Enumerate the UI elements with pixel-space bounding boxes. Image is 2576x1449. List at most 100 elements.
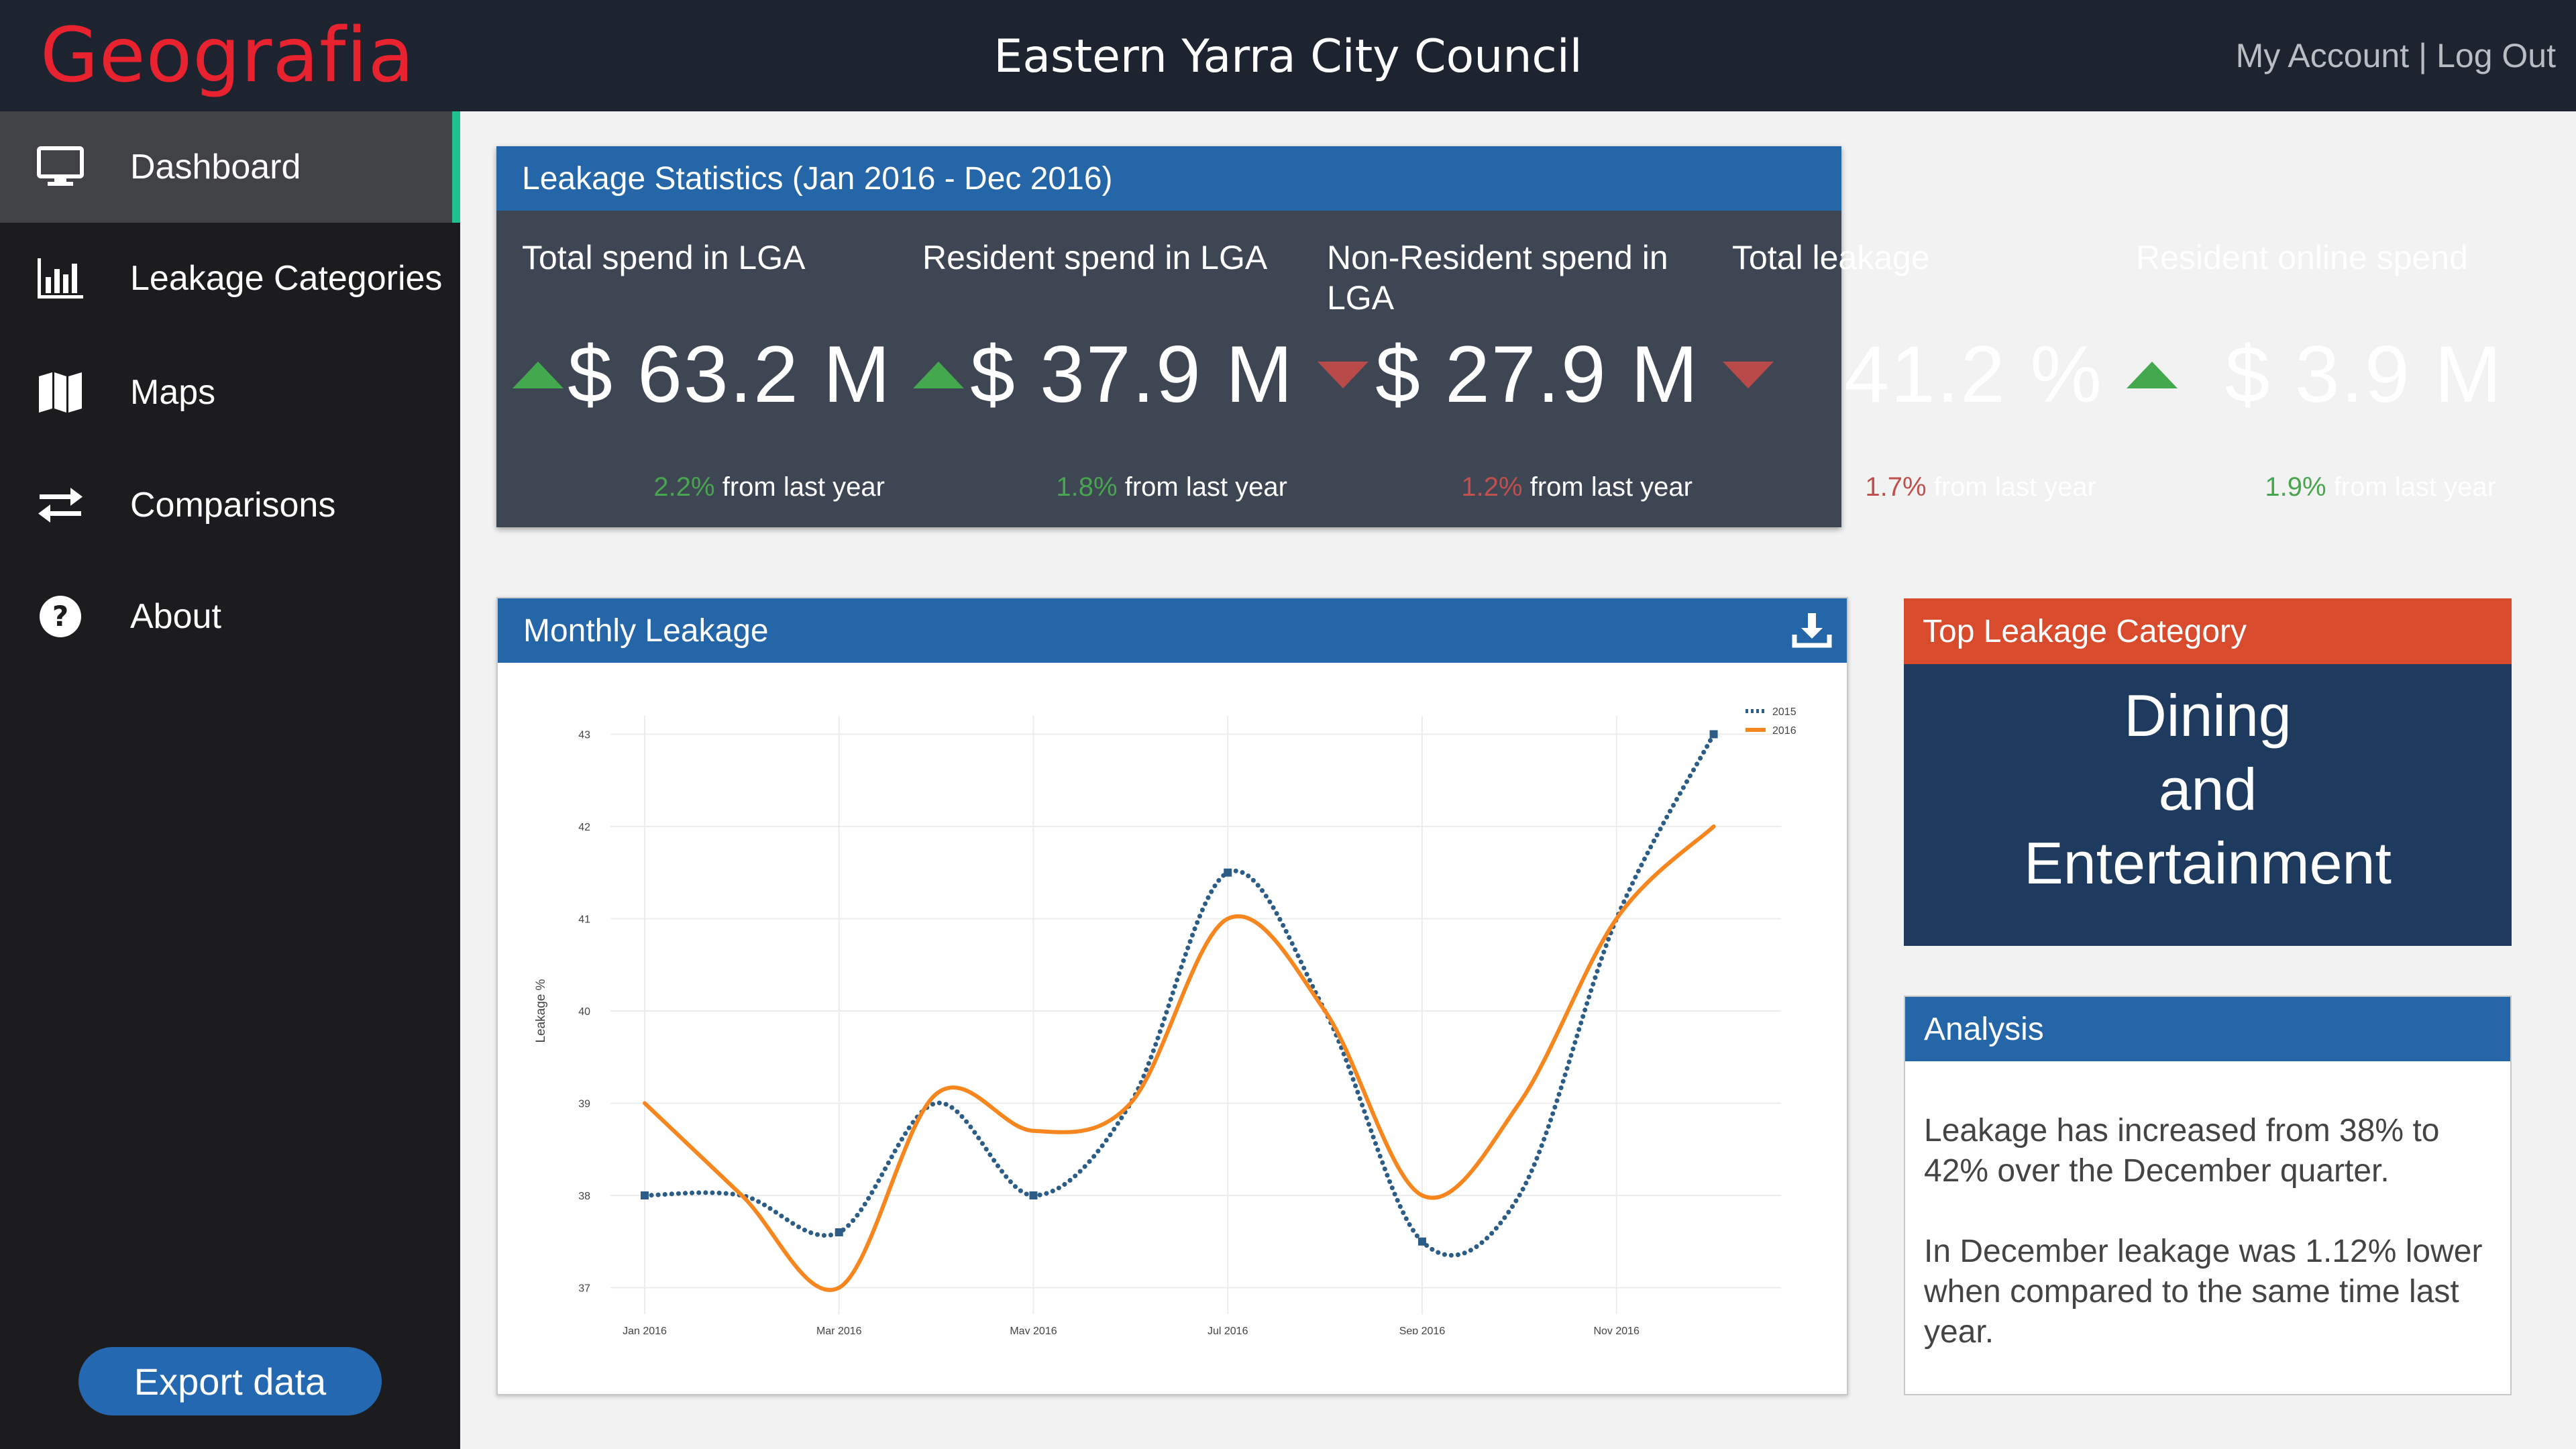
sidebar-item-label: About [130, 597, 221, 636]
y-tick-label: 42 [578, 822, 590, 833]
analysis-panel: Analysis Leakage has increased from 38% … [1904, 996, 2512, 1395]
analysis-text: Leakage has increased from 38% to 42% ov… [1924, 1111, 2494, 1352]
leakage-statistics-panel: Leakage Statistics (Jan 2016 - Dec 2016)… [496, 146, 2502, 527]
y-tick-label: 38 [578, 1191, 590, 1202]
analysis-paragraph: In December leakage was 1.12% lower when… [1924, 1234, 2483, 1350]
x-tick-label: Mar 2016 [816, 1326, 862, 1334]
change-suffix: from last year [722, 472, 885, 502]
stat-value: $ 27.9 M [1375, 329, 1699, 419]
x-tick-label: Jan 2016 [623, 1326, 667, 1334]
change-suffix: from last year [1933, 472, 2096, 502]
stat-change: 1.7% from last year [1865, 472, 2096, 502]
panel-title: Top Leakage Category [1904, 598, 2512, 664]
change-percent: 2.2% [653, 472, 715, 502]
category-line: Dining [2124, 682, 2292, 749]
sidebar: Dashboard Leakage Categories Maps Compar… [0, 111, 460, 1449]
trend-up-icon [913, 362, 964, 388]
stat-label: Total leakage [1732, 239, 1930, 276]
change-percent: 1.7% [1865, 472, 1927, 502]
swap-arrows-icon [35, 480, 86, 531]
series-line-2015 [642, 732, 1717, 1258]
analysis-paragraph: Leakage has increased from 38% to 42% ov… [1924, 1113, 2440, 1189]
bar-chart-icon [35, 253, 86, 304]
x-tick-label: Sep 2016 [1399, 1326, 1446, 1334]
export-data-button[interactable]: Export data [78, 1347, 382, 1415]
trend-down-icon [1318, 362, 1368, 388]
change-percent: 1.8% [1056, 472, 1118, 502]
svg-text:?: ? [52, 600, 68, 633]
legend-label: 2015 [1772, 706, 1796, 718]
sidebar-item-dashboard[interactable]: Dashboard [0, 111, 460, 223]
stat-change: 1.8% from last year [1056, 472, 1287, 502]
help-circle-icon: ? [35, 591, 86, 642]
legend-label: 2016 [1772, 725, 1796, 737]
monitor-icon [35, 142, 86, 193]
stat-card-total-spend: Total spend in LGA $ 63.2 M 2.2% from la… [496, 211, 901, 527]
stat-value: $ 37.9 M [970, 329, 1294, 419]
series-line-2016 [643, 824, 1716, 1292]
category-line: and [2158, 756, 2257, 822]
x-tick-label: Jul 2016 [1208, 1326, 1248, 1334]
sidebar-item-label: Dashboard [130, 148, 301, 186]
map-icon [35, 367, 86, 418]
y-tick-label: 40 [578, 1006, 590, 1018]
data-point-2015 [1417, 1237, 1426, 1246]
trend-up-icon [513, 362, 564, 388]
stat-value: 41.2 % [1844, 329, 2103, 419]
stat-card-resident-spend: Resident spend in LGA $ 37.9 M 1.8% from… [897, 211, 1303, 527]
data-point-2015 [1224, 868, 1232, 877]
sidebar-item-maps[interactable]: Maps [0, 337, 460, 448]
stat-change: 1.2% from last year [1461, 472, 1693, 502]
stat-label: Non-Resident spend in LGA [1327, 239, 1668, 317]
x-tick-label: Nov 2016 [1593, 1326, 1640, 1334]
trend-down-icon [1723, 362, 1774, 388]
top-leakage-category-panel: Top Leakage Category Dining and Entertai… [1904, 598, 2512, 946]
monthly-leakage-panel: Monthly Leakage 37 38 39 40 41 42 43 Jan 2016 Ma… [496, 597, 1848, 1395]
sidebar-item-label: Maps [130, 373, 216, 412]
download-icon[interactable] [1792, 610, 1832, 651]
app-logo[interactable]: Geografia [40, 5, 415, 106]
data-point-2015 [641, 1191, 649, 1199]
stat-label: Total spend in LGA [522, 239, 806, 276]
stat-change: 1.9% from last year [2265, 472, 2496, 502]
top-category-name: Dining and Entertainment [1904, 679, 2512, 900]
stat-card-total-leakage: Total leakage 41.2 % 1.7% from last year [1707, 211, 2112, 527]
stat-value: $ 63.2 M [568, 329, 892, 419]
sidebar-item-leakage-categories[interactable]: Leakage Categories [0, 223, 460, 334]
change-percent: 1.2% [1461, 472, 1523, 502]
y-axis-title: Leakage % [534, 979, 548, 1042]
app-header: Geografia Eastern Yarra City Council My … [0, 0, 2576, 111]
change-percent: 1.9% [2265, 472, 2326, 502]
chart-area: 37 38 39 40 41 42 43 Jan 2016 Mar 2016 May 2016 Ju… [530, 696, 1823, 1375]
sidebar-item-about[interactable]: ? About [0, 561, 460, 672]
y-tick-label: 39 [578, 1099, 590, 1110]
stat-card-resident-online-spend: Resident online spend $ 3.9 M 1.9% from … [2110, 211, 2512, 527]
log-out-link[interactable]: Log Out [2436, 37, 2556, 74]
stat-label: Resident spend in LGA [922, 239, 1268, 276]
stat-value: $ 3.9 M [2224, 329, 2503, 419]
monthly-leakage-chart: 37 38 39 40 41 42 43 Jan 2016 Mar 2016 May 2016 Ju… [534, 706, 1796, 1375]
account-links: My Account | Log Out [2236, 32, 2556, 79]
panel-title: Leakage Statistics (Jan 2016 - Dec 2016) [496, 146, 1841, 211]
sidebar-item-label: Comparisons [130, 486, 336, 525]
panel-title: Analysis [1905, 997, 2510, 1061]
stat-card-non-resident-spend: Non-Resident spend in LGA $ 27.9 M 1.2% … [1301, 211, 1709, 527]
data-point-2015 [1709, 730, 1718, 739]
account-separator: | [2418, 37, 2428, 74]
data-point-2015 [835, 1228, 843, 1236]
y-tick-label: 41 [578, 914, 590, 926]
stat-label: Resident online spend [2136, 239, 2468, 276]
sidebar-item-label: Leakage Categories [130, 259, 443, 298]
x-tick-label: May 2016 [1010, 1326, 1057, 1334]
sidebar-item-comparisons[interactable]: Comparisons [0, 449, 460, 561]
y-tick-label: 37 [578, 1283, 590, 1295]
category-line: Entertainment [2024, 830, 2392, 896]
stat-change: 2.2% from last year [653, 472, 885, 502]
data-point-2015 [1029, 1191, 1038, 1199]
panel-title-text: Monthly Leakage [523, 612, 769, 649]
panel-title: Monthly Leakage [498, 598, 1847, 663]
change-suffix: from last year [1124, 472, 1287, 502]
change-suffix: from last year [2333, 472, 2496, 502]
change-suffix: from last year [1529, 472, 1693, 502]
my-account-link[interactable]: My Account [2236, 37, 2409, 74]
